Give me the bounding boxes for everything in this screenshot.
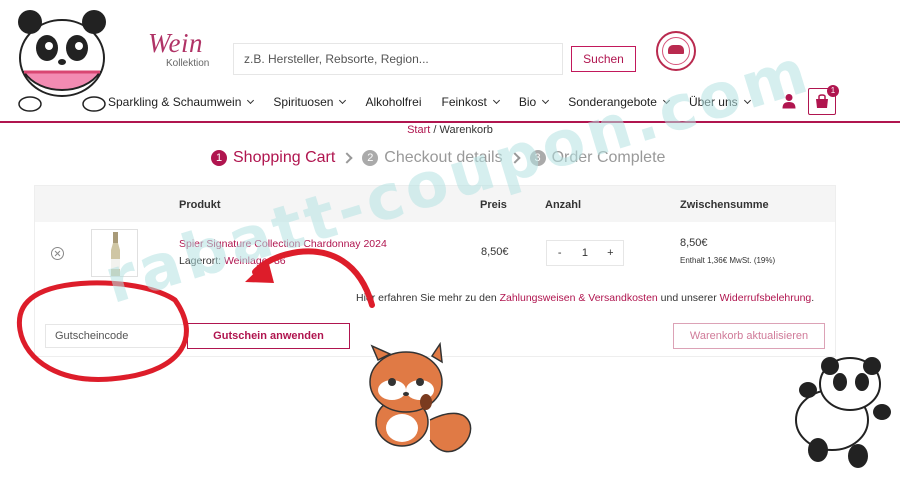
step-number: 3: [529, 150, 546, 166]
site-logo[interactable]: Wein Kollektion: [146, 28, 216, 72]
chevron-right-icon: [508, 152, 521, 164]
nav-label: Spirituosen: [273, 95, 334, 109]
payment-shipping-link[interactable]: Zahlungsweisen & Versandkosten: [500, 292, 658, 304]
cart-count-badge: 1: [827, 85, 839, 97]
chevron-down-icon: [542, 96, 550, 105]
nav-label: Bio: [518, 95, 537, 109]
storage-location: Lagerort: Weinlager 86: [179, 255, 286, 267]
nav-item-bio[interactable]: Bio: [518, 95, 550, 109]
quantity-increase-button[interactable]: +: [598, 247, 623, 259]
item-subtotal: 8,50€: [680, 237, 708, 249]
search-box: [233, 43, 563, 75]
tax-note: Enthalt 1,36€ MwSt. (19%): [680, 256, 776, 265]
cart-item-row: Spier Signature Collection Chardonnay 20…: [35, 222, 835, 278]
nav-item-feinkost[interactable]: Feinkost: [441, 95, 500, 109]
update-cart-button[interactable]: Warenkorb aktualisieren: [673, 323, 825, 349]
breadcrumb-home-link[interactable]: Start: [407, 124, 430, 136]
main-nav: Sparkling & Schaumwein Spirituosen Alkoh…: [108, 93, 770, 111]
chevron-down-icon: [247, 96, 255, 105]
product-name-link[interactable]: Spier Signature Collection Chardonnay 20…: [179, 238, 387, 250]
seal-people-icon: [668, 45, 684, 54]
breadcrumb: Start / Warenkorb: [0, 124, 900, 136]
nav-label: Sonderangebote: [568, 95, 657, 109]
info-prefix: Hier erfahren Sie mehr zu den: [356, 292, 500, 304]
storage-label: Lagerort:: [179, 255, 224, 267]
header-divider: [0, 121, 900, 123]
step-number: 1: [211, 150, 227, 166]
info-middle: und unserer: [657, 292, 720, 304]
nav-label: Sparkling & Schaumwein: [108, 95, 242, 109]
step-order-complete: 3 Order Complete: [529, 149, 666, 167]
header-price: Preis: [480, 199, 507, 211]
step-checkout-details[interactable]: 2 Checkout details: [362, 149, 503, 167]
step-number: 2: [362, 150, 379, 166]
storage-location-link[interactable]: Weinlager 86: [224, 255, 286, 267]
nav-label: Feinkost: [441, 95, 487, 109]
nav-item-spirituosen[interactable]: Spirituosen: [273, 95, 347, 109]
logo-sub-text: Kollektion: [166, 58, 210, 69]
apply-coupon-button[interactable]: Gutschein anwenden: [187, 323, 350, 349]
wine-bottle-icon: [111, 232, 120, 276]
step-label: Order Complete: [551, 149, 666, 166]
breadcrumb-separator: /: [430, 124, 440, 136]
chevron-down-icon: [743, 96, 751, 105]
quantity-value[interactable]: 1: [572, 247, 597, 259]
checkout-steps: 1 Shopping Cart 2 Checkout details 3 Ord…: [211, 148, 665, 168]
search-button[interactable]: Suchen: [571, 46, 636, 72]
chevron-down-icon: [492, 96, 500, 105]
chevron-down-icon: [339, 96, 347, 105]
site-header: Wein Kollektion Suchen Sparkling & Schau…: [0, 0, 900, 123]
search-input[interactable]: [234, 44, 562, 74]
trust-seal-icon[interactable]: [656, 31, 696, 71]
breadcrumb-current: Warenkorb: [439, 124, 493, 136]
header-product: Produkt: [179, 199, 221, 211]
cart-table-header: Produkt Preis Anzahl Zwischensumme: [35, 186, 835, 222]
quantity-stepper: - 1 +: [546, 240, 624, 266]
coupon-code-input[interactable]: [45, 324, 185, 348]
red-panda-icon: [369, 341, 472, 453]
nav-label: Alkoholfrei: [365, 95, 422, 109]
nav-label: Über uns: [688, 95, 738, 109]
nav-item-sparkling[interactable]: Sparkling & Schaumwein: [108, 95, 255, 109]
quantity-decrease-button[interactable]: -: [547, 247, 572, 259]
chevron-right-icon: [341, 152, 353, 164]
user-account-icon[interactable]: [781, 93, 797, 109]
remove-item-icon[interactable]: [51, 247, 64, 260]
header-quantity: Anzahl: [545, 199, 582, 211]
payment-info-text: Hier erfahren Sie mehr zu den Zahlungswe…: [356, 292, 814, 304]
step-shopping-cart[interactable]: 1 Shopping Cart: [211, 149, 335, 167]
product-thumbnail[interactable]: [91, 229, 138, 277]
withdrawal-policy-link[interactable]: Widerrufsbelehrung: [720, 292, 812, 304]
logo-script-text: Wein: [148, 28, 203, 58]
nav-item-sonderangebote[interactable]: Sonderangebote: [568, 95, 670, 109]
item-price: 8,50€: [481, 246, 509, 258]
nav-item-alkoholfrei[interactable]: Alkoholfrei: [365, 95, 421, 109]
step-label: Shopping Cart: [233, 149, 336, 166]
header-subtotal: Zwischensumme: [680, 199, 769, 211]
waving-panda-icon: [795, 357, 891, 468]
nav-item-ueber-uns[interactable]: Über uns: [688, 95, 751, 109]
step-label: Checkout details: [384, 149, 503, 166]
info-suffix: .: [811, 292, 815, 304]
chevron-down-icon: [662, 96, 670, 105]
